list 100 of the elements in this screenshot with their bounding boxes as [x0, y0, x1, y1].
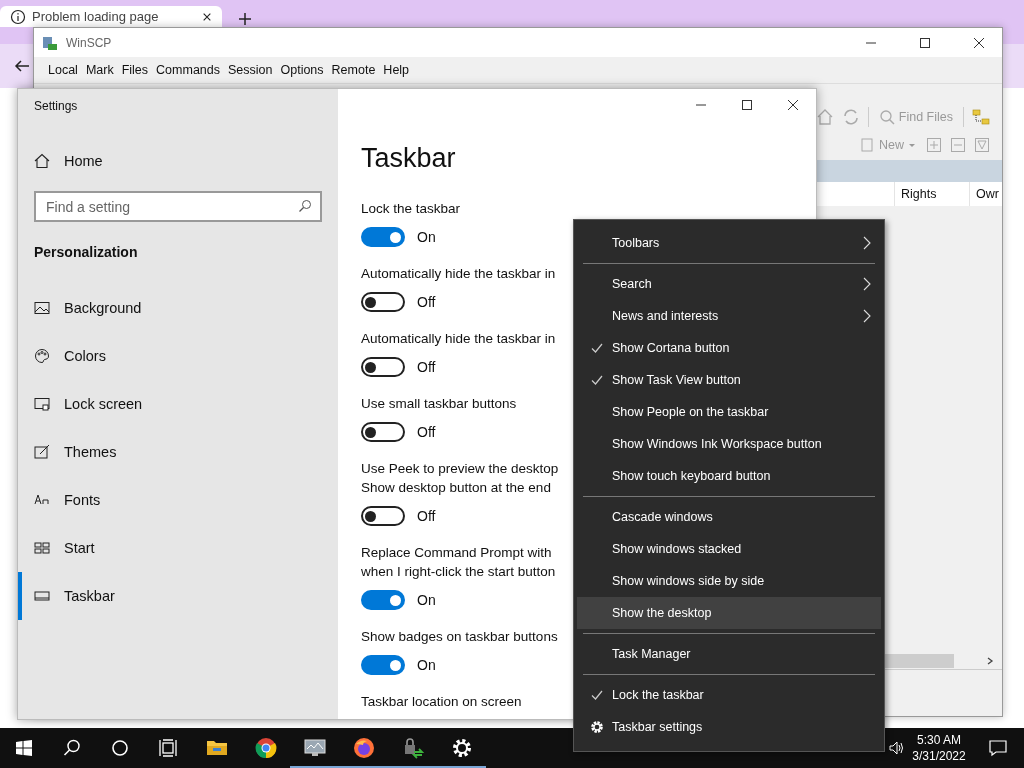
sidebar-item[interactable]: Colors: [18, 332, 338, 380]
toggle-switch[interactable]: [361, 422, 405, 442]
chrome-icon: [254, 737, 277, 759]
toggle-switch[interactable]: [361, 506, 405, 526]
menu-item[interactable]: Show windows side by side: [577, 565, 881, 597]
chevron-right-icon: [863, 277, 871, 291]
screen-icon: [34, 396, 50, 412]
menu-item[interactable]: Show the desktop: [577, 597, 881, 629]
folder-tree-icon[interactable]: [972, 108, 990, 126]
search-icon: [298, 199, 312, 213]
menu-item[interactable]: Show Cortana button: [577, 332, 881, 364]
plus-icon[interactable]: [238, 12, 252, 26]
menu-item[interactable]: News and interests: [577, 300, 881, 332]
menu-item[interactable]: Mark: [81, 63, 118, 77]
toggle-state: On: [417, 229, 436, 245]
sidebar-item[interactable]: Start: [18, 524, 338, 572]
section-heading: Personalization: [34, 244, 139, 260]
setting-label: Use small taskbar buttons: [361, 395, 517, 413]
menu-item[interactable]: Session: [224, 63, 277, 77]
toggle-state: On: [417, 657, 436, 673]
setting-label: Automatically hide the taskbar in: [361, 330, 556, 348]
menu-item[interactable]: Commands: [152, 63, 224, 77]
page-title: Taskbar: [361, 143, 457, 175]
toggle-switch[interactable]: [361, 227, 405, 247]
column-header[interactable]: Rights: [894, 182, 969, 206]
home-link[interactable]: Home: [34, 151, 338, 171]
search-icon: [63, 739, 81, 757]
chevron-right-icon[interactable]: [986, 657, 994, 665]
monitor-icon: [303, 737, 326, 759]
speaker-icon[interactable]: [888, 739, 906, 757]
close-icon[interactable]: [202, 11, 212, 22]
menu-item[interactable]: Show Windows Ink Workspace button: [577, 428, 881, 460]
menu-item[interactable]: Files: [117, 63, 153, 77]
window-title: Settings: [34, 99, 79, 115]
setting-label: Replace Command Prompt with when I right-click the start button: [361, 544, 556, 581]
column-header[interactable]: Owr: [969, 182, 1002, 206]
menu-item[interactable]: Cascade windows: [577, 501, 881, 533]
clock-time: 5:30 AM: [917, 732, 961, 748]
sidebar-item[interactable]: Lock screen: [18, 380, 338, 428]
toggle-state: Off: [417, 508, 436, 524]
toggle-switch[interactable]: [361, 655, 405, 675]
menu-item[interactable]: Toolbars: [577, 227, 881, 259]
firefox-icon: [352, 737, 375, 759]
toggle-switch[interactable]: [361, 590, 405, 610]
toggle-state: On: [417, 592, 436, 608]
info-icon: [10, 8, 26, 25]
close-icon[interactable]: [973, 36, 985, 49]
menu-item[interactable]: Show windows stacked: [577, 533, 881, 565]
magnifier-icon: [878, 109, 895, 125]
toggle-state: Off: [417, 359, 436, 375]
back-arrow-icon[interactable]: [14, 58, 30, 74]
circle-icon: [111, 739, 129, 757]
menu-item[interactable]: Search: [577, 268, 881, 300]
sidebar-item[interactable]: Fonts: [18, 476, 338, 524]
caret-icon: [908, 141, 916, 149]
setting-label: Taskbar location on screen: [361, 693, 522, 711]
menu-item[interactable]: Help: [379, 63, 414, 77]
maximize-icon[interactable]: [919, 36, 931, 49]
search-field[interactable]: Find a setting: [34, 191, 322, 222]
setting-label: Use Peek to preview the desktop Show desktop button at the end: [361, 460, 559, 497]
setting-label: Automatically hide the taskbar in: [361, 265, 556, 283]
toggle-switch[interactable]: [361, 357, 405, 377]
toggle-state: Off: [417, 294, 436, 310]
checkmark-icon: [590, 374, 603, 386]
home-icon: [34, 153, 50, 169]
close-icon[interactable]: [787, 99, 799, 111]
sidebar-item[interactable]: Background: [18, 284, 338, 332]
palette-icon: [34, 348, 50, 364]
grid-icon: [34, 540, 50, 556]
menu-item[interactable]: Show touch keyboard button: [577, 460, 881, 492]
clock[interactable]: 5:30 AM 3/31/2022: [906, 732, 972, 764]
menu-item[interactable]: Task Manager: [577, 638, 881, 670]
checkmark-icon: [590, 342, 603, 354]
menu-item[interactable]: Options: [276, 63, 328, 77]
setting-label: Show badges on taskbar buttons: [361, 628, 558, 646]
settings-icon: [589, 720, 604, 734]
sidebar-item[interactable]: Taskbar: [18, 572, 338, 620]
checkmark-icon: [590, 689, 603, 701]
picture-icon: [34, 300, 50, 316]
bar-icon: [34, 588, 50, 604]
chevron-right-icon: [863, 236, 871, 250]
maximize-icon[interactable]: [741, 99, 753, 111]
toggle-switch[interactable]: [361, 292, 405, 312]
menu-item[interactable]: Show Task View button: [577, 364, 881, 396]
window-title: WinSCP: [66, 35, 112, 50]
windows-logo-icon: [16, 740, 32, 756]
clock-date: 3/31/2022: [912, 748, 966, 764]
menu-item[interactable]: Lock the taskbar: [577, 679, 881, 711]
menu-item[interactable]: Remote: [327, 63, 380, 77]
settings-icon: [450, 737, 473, 759]
menu-item[interactable]: Local: [44, 63, 82, 77]
speech-bubble-icon: [989, 739, 1007, 757]
menu-item[interactable]: Show People on the taskbar: [577, 396, 881, 428]
document-icon: [859, 137, 875, 153]
menu-item[interactable]: Taskbar settings: [577, 711, 881, 743]
browser-tab[interactable]: Problem loading page: [0, 6, 222, 27]
sidebar-item[interactable]: Themes: [18, 428, 338, 476]
app-icon: [42, 34, 58, 51]
setting-label: Lock the taskbar: [361, 200, 461, 218]
chevron-right-icon: [863, 309, 871, 323]
